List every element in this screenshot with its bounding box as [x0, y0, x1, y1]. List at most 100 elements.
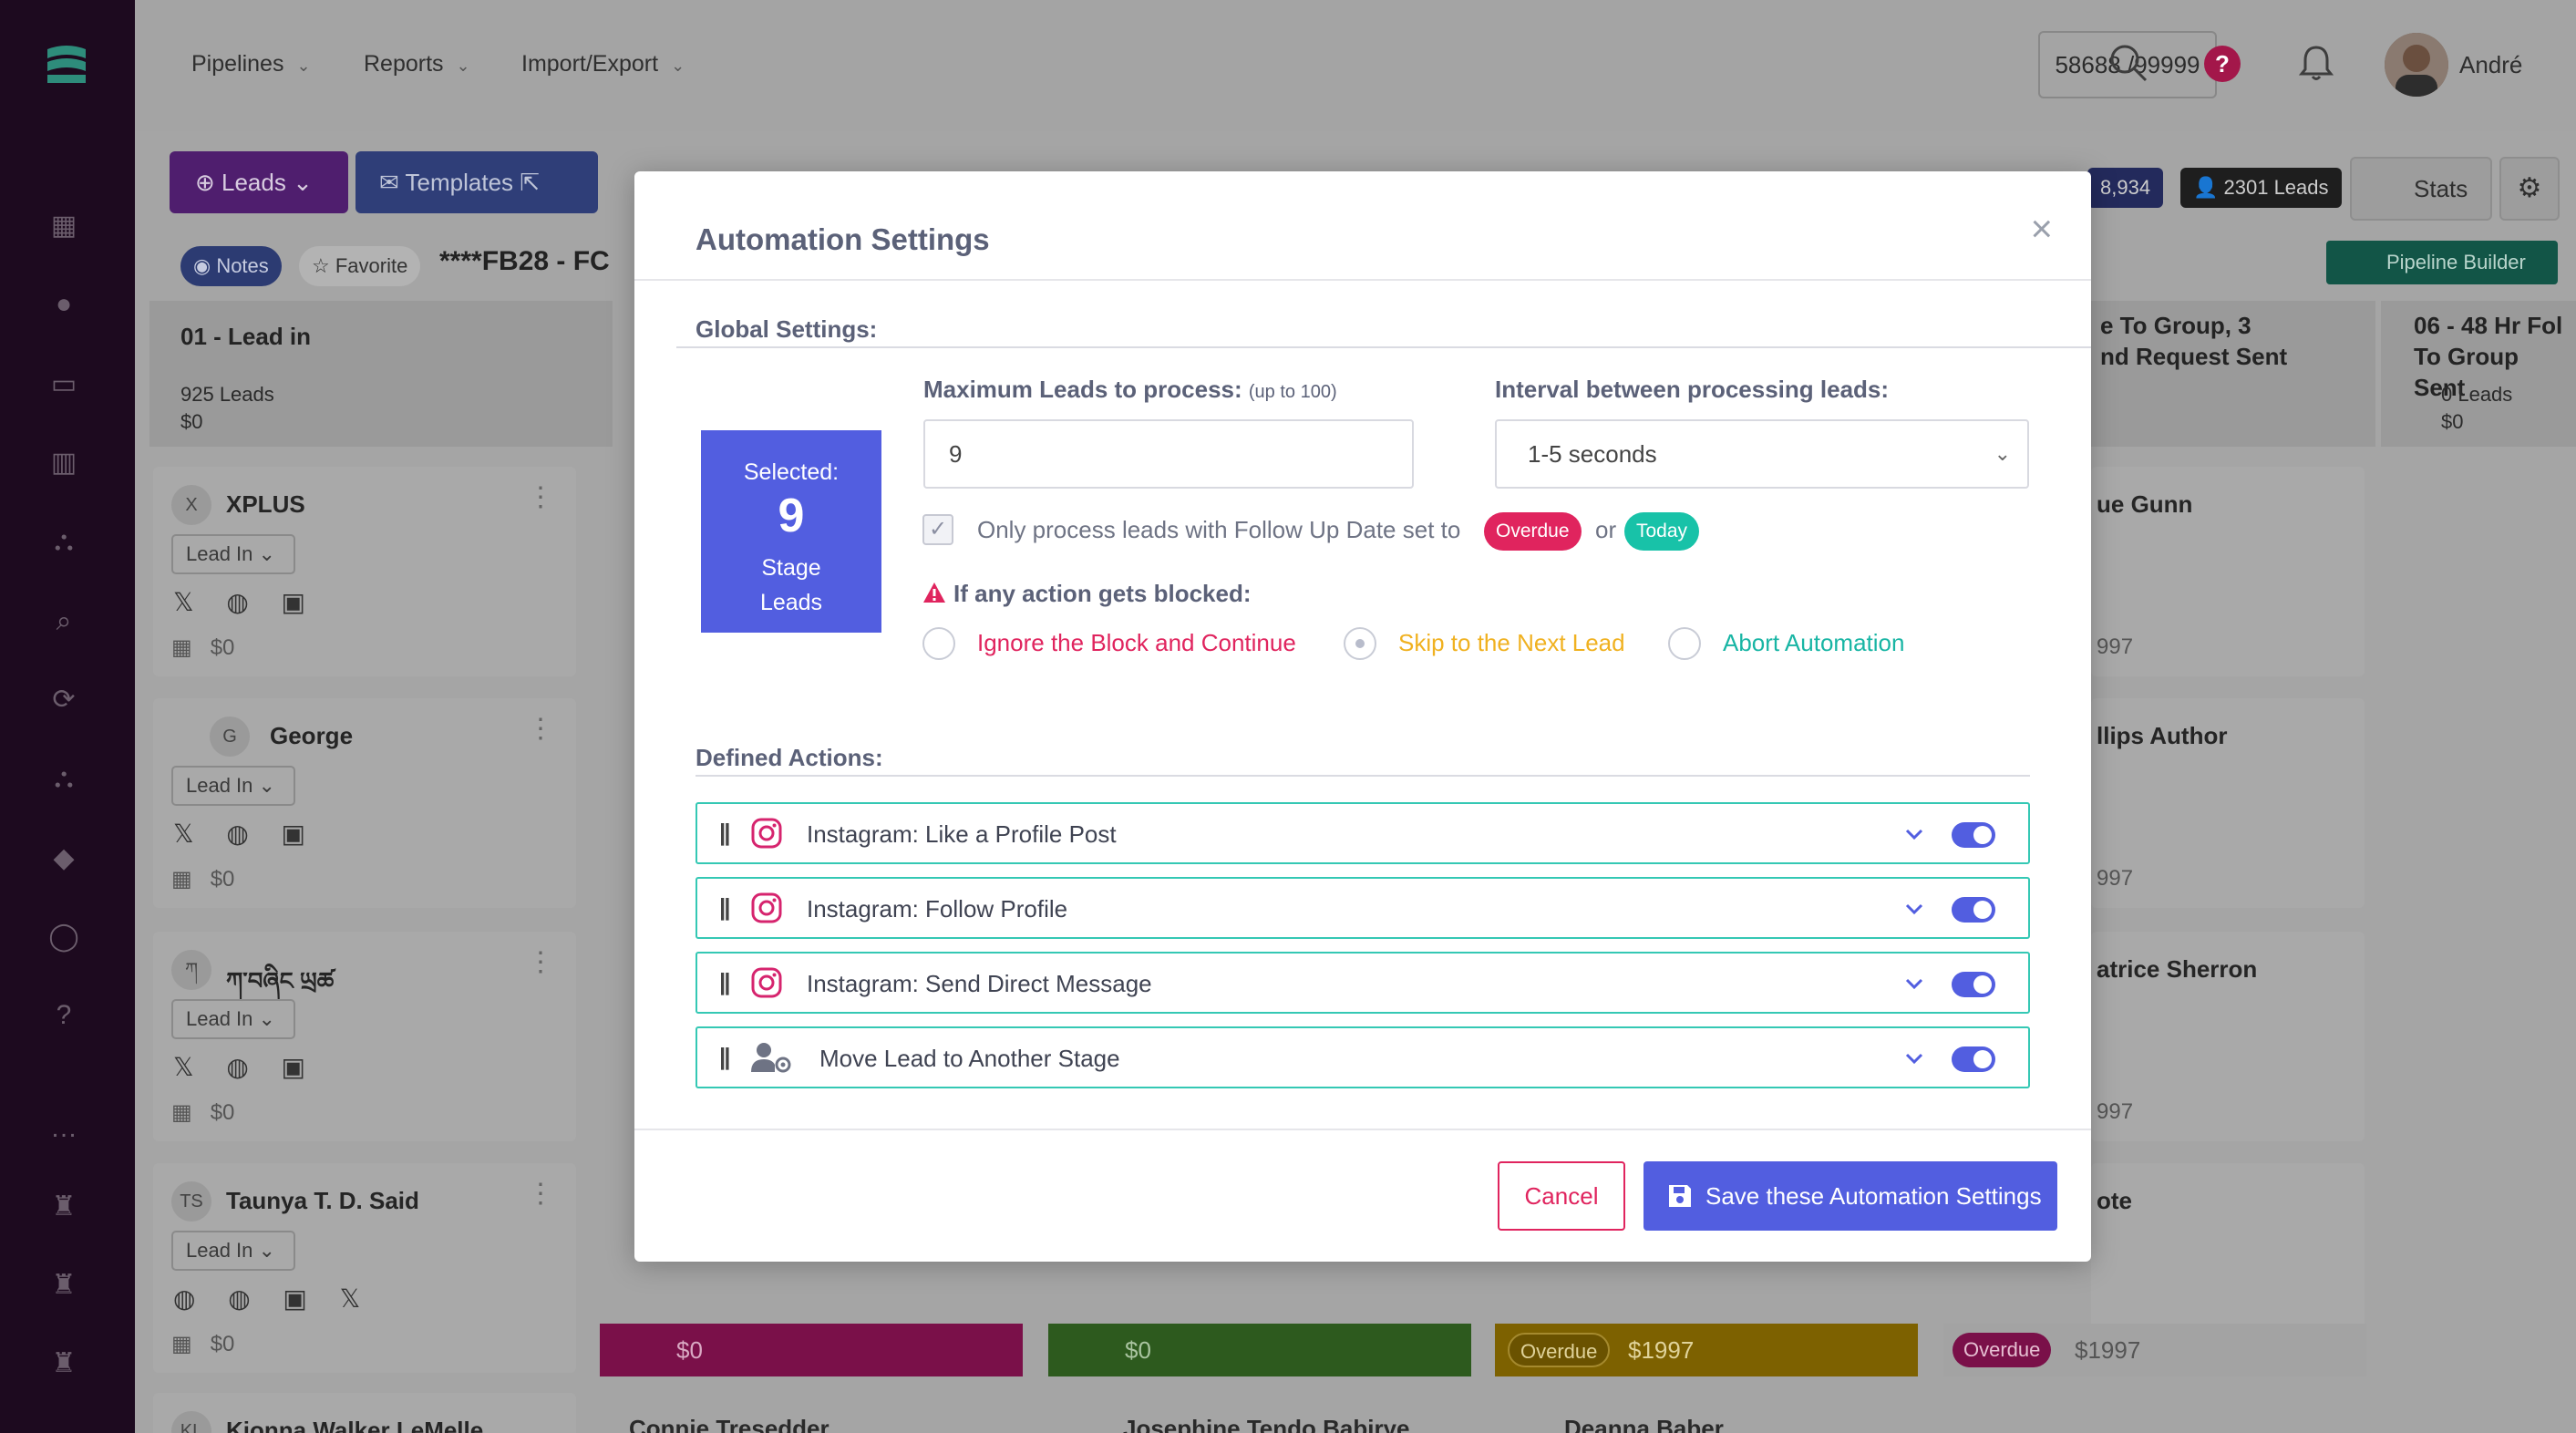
followup-checkbox[interactable]: ✓ [922, 514, 953, 545]
max-leads-input[interactable]: 9 [923, 419, 1414, 489]
drag-handle-icon[interactable]: || [719, 819, 730, 847]
drag-handle-icon[interactable]: || [719, 968, 730, 996]
lead-card[interactable]: G George ⋮ Lead In ⌄ 𝕏 ◍ ▣ ▦ $0 [153, 698, 576, 908]
help-icon[interactable]: ? [2204, 46, 2241, 82]
help-icon[interactable]: ? [47, 999, 80, 1032]
search-icon[interactable]: ⌕ [47, 605, 80, 638]
social-icons: 𝕏 ◍ ▣ [173, 820, 319, 848]
chevron-down-icon[interactable] [1902, 972, 1926, 995]
contacts-icon[interactable]: ● [47, 288, 80, 321]
app-logo[interactable] [46, 44, 88, 86]
action-row[interactable]: || Instagram: Send Direct Message [696, 952, 2030, 1014]
radio-ignore-block-label[interactable]: Ignore the Block and Continue [977, 629, 1296, 657]
templates-button[interactable]: ✉ Templates ⇱ [355, 151, 598, 213]
card-amount: ▦ $0 [171, 867, 235, 892]
today-pill: Today [1624, 512, 1700, 551]
divider [676, 346, 2091, 348]
lead-card[interactable]: atrice Sherron 997 [2091, 932, 2365, 1141]
divider [634, 279, 2091, 281]
radio-abort-label[interactable]: Abort Automation [1723, 629, 1904, 657]
stats-button[interactable]: Stats [2350, 157, 2492, 221]
network-icon[interactable]: ⛬ [47, 525, 80, 558]
bell-icon[interactable] [2293, 40, 2339, 86]
avatar[interactable] [2385, 33, 2448, 97]
action-row[interactable]: || Instagram: Follow Profile [696, 877, 2030, 939]
left-sidebar: ▦ ● ▭ ▥ ⛬ ⌕ ⟳ ⛬ ◆ ◯ ? … ♜ ♜ ♜ [0, 0, 135, 1433]
chevron-down-icon[interactable] [1902, 897, 1926, 921]
cancel-button[interactable]: Cancel [1498, 1161, 1625, 1231]
stage-select[interactable]: Lead In ⌄ [171, 1231, 295, 1271]
chat-icon[interactable]: ◯ [47, 921, 80, 954]
more-icon[interactable]: … [47, 1112, 80, 1145]
column-footer: Overdue $1997 [1495, 1324, 1918, 1376]
divider [696, 775, 2030, 777]
radio-ignore-block[interactable] [922, 627, 955, 660]
chevron-down-icon: ⌄ [296, 57, 311, 75]
users-tree-icon[interactable]: ⛬ [47, 762, 80, 795]
action-row[interactable]: || Instagram: Like a Profile Post [696, 802, 2030, 864]
action-toggle[interactable] [1952, 972, 1995, 997]
close-icon[interactable]: × [2030, 210, 2053, 248]
interval-select[interactable]: 1-5 seconds ⌄ [1495, 419, 2029, 489]
drag-handle-icon[interactable]: || [719, 893, 730, 922]
more-icon[interactable]: ⋮ [527, 946, 554, 978]
stage-select[interactable]: Lead In ⌄ [171, 766, 295, 806]
lead-card[interactable]: ue Gunn 997 [2091, 467, 2365, 676]
instagram-icon [751, 967, 782, 998]
sync-icon[interactable]: ⟳ [47, 684, 80, 716]
dashboard-icon[interactable]: ▦ [47, 210, 80, 242]
overdue-pill: Overdue [1484, 512, 1582, 551]
instagram-icon [751, 892, 782, 923]
more-icon[interactable]: ⋮ [527, 1178, 554, 1210]
trophy-icon[interactable]: ♜ [47, 1347, 80, 1380]
more-icon[interactable]: ⋮ [527, 481, 554, 513]
tag-icon[interactable]: ◆ [47, 842, 80, 875]
gear-icon[interactable]: ⚙ [2499, 157, 2560, 221]
column-header: 01 - Lead in 925 Leads $0 [149, 301, 613, 447]
chevron-down-icon: ⌄ [1994, 442, 2011, 465]
browser-icon[interactable]: ▭ [47, 368, 80, 401]
lead-card[interactable]: llips Author 997 [2091, 698, 2365, 908]
blocked-title: If any action gets blocked: [953, 580, 1252, 607]
notes-button[interactable]: ◉ Notes [180, 246, 282, 286]
chevron-down-icon[interactable] [1902, 822, 1926, 846]
search-icon[interactable] [2106, 40, 2151, 86]
action-toggle[interactable] [1952, 897, 1995, 923]
global-settings-title: Global Settings: [696, 315, 878, 343]
lead-card[interactable]: ཀ ཀ་བཞིང ཡྲཚ ⋮ Lead In ⌄ 𝕏 ◍ ▣ ▦ $0 [153, 932, 576, 1141]
drag-handle-icon[interactable]: || [719, 1043, 730, 1071]
add-leads-button[interactable]: ⊕ Leads ⌄ [170, 151, 348, 213]
favorite-button[interactable]: ☆ Favorite [299, 246, 421, 286]
nav-import-export[interactable]: Import/Export ⌄ [521, 51, 685, 77]
social-icons: 𝕏 ◍ ▣ [173, 588, 319, 616]
max-leads-label: Maximum Leads to process: (up to 100) [923, 376, 1337, 403]
pipeline-builder-button[interactable]: Pipeline Builder [2326, 241, 2558, 284]
card-amount: ▦ $0 [171, 1332, 235, 1356]
stage-select[interactable]: Lead In ⌄ [171, 534, 295, 574]
save-button[interactable]: Save these Automation Settings [1643, 1161, 2057, 1231]
column-footer: Overdue $1997 [1943, 1324, 2366, 1376]
lead-card[interactable]: X XPLUS ⋮ Lead In ⌄ 𝕏 ◍ ▣ ▦ $0 [153, 467, 576, 676]
user-name[interactable]: André [2459, 51, 2522, 79]
lead-card[interactable]: TS Taunya T. D. Said ⋮ Lead In ⌄ ◍ ◍ ▣ 𝕏… [153, 1163, 576, 1373]
stage-select[interactable]: Lead In ⌄ [171, 999, 295, 1039]
radio-skip-lead[interactable] [1344, 627, 1376, 660]
radio-skip-lead-label[interactable]: Skip to the Next Lead [1398, 629, 1625, 657]
social-icons: 𝕏 ◍ ▣ [173, 1053, 319, 1081]
top-bar: Pipelines ⌄ Reports ⌄ Import/Export ⌄ 58688… [135, 0, 2576, 131]
nav-reports[interactable]: Reports ⌄ [364, 51, 470, 77]
chevron-down-icon: ⌄ [671, 57, 685, 75]
lead-card[interactable]: KL Kionna Walker LeMelle [153, 1393, 576, 1433]
action-toggle[interactable] [1952, 822, 1995, 848]
chevron-down-icon[interactable] [1902, 1046, 1926, 1070]
nav-pipelines[interactable]: Pipelines ⌄ [191, 51, 311, 77]
kanban-icon[interactable]: ▥ [47, 447, 80, 479]
more-icon[interactable]: ⋮ [527, 713, 554, 745]
trophy-icon[interactable]: ♜ [47, 1269, 80, 1302]
trophy-icon[interactable]: ♜ [47, 1191, 80, 1223]
action-toggle[interactable] [1952, 1046, 1995, 1072]
user-gear-icon [751, 1043, 791, 1073]
action-row[interactable]: || Move Lead to Another Stage [696, 1026, 2030, 1088]
social-icons: ◍ ◍ ▣ 𝕏 [173, 1284, 374, 1313]
radio-abort[interactable] [1668, 627, 1701, 660]
